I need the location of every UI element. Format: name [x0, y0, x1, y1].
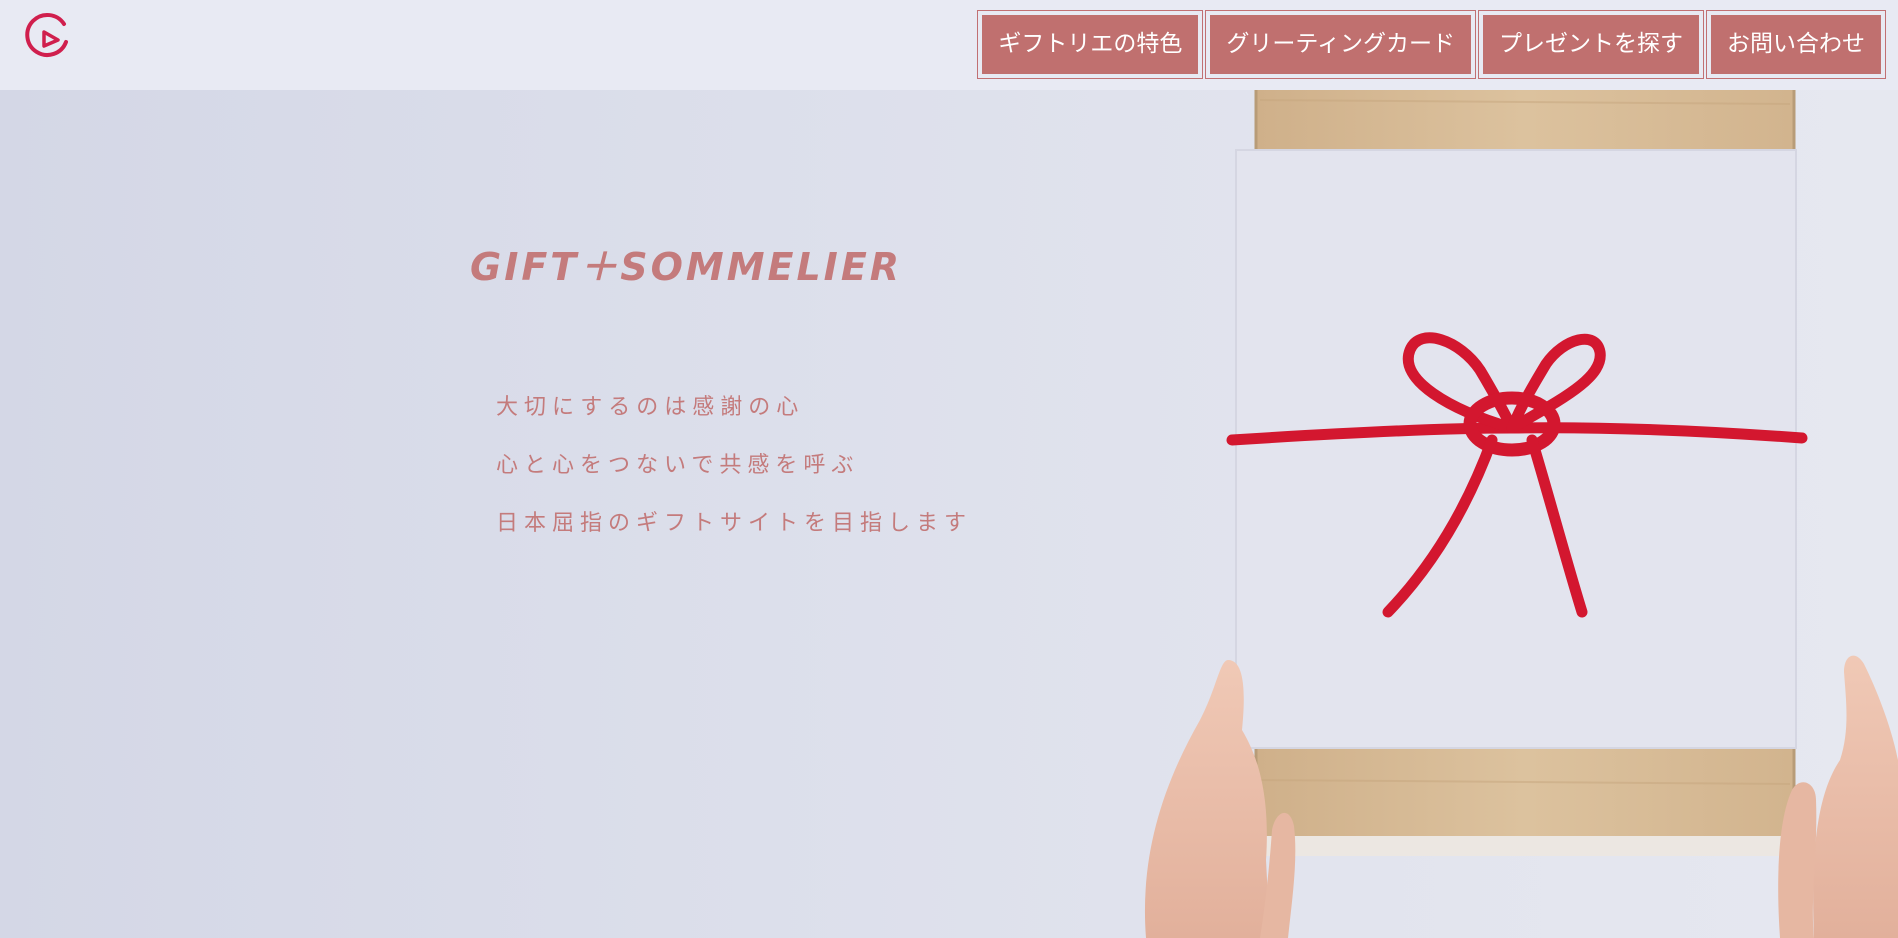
nav-item-contact[interactable]: お問い合わせ [1706, 10, 1886, 79]
gift-logo-icon[interactable] [24, 12, 72, 60]
main-nav: ギフトリエの特色 グリーティングカード プレゼントを探す お問い合わせ [975, 10, 1886, 79]
site-header: ギフトリエの特色 グリーティングカード プレゼントを探す お問い合わせ [0, 0, 1898, 90]
tagline-line-1: 大切にするのは感謝の心 [496, 395, 805, 420]
tagline-line-2: 心と心をつないで共感を呼ぶ [496, 453, 860, 478]
nav-item-features[interactable]: ギフトリエの特色 [977, 10, 1204, 79]
gift-box-photo [1144, 58, 1898, 938]
nav-item-find-present[interactable]: プレゼントを探す [1478, 10, 1704, 79]
nav-item-greeting-card[interactable]: グリーティングカード [1205, 10, 1476, 79]
hero-title: GIFT＋SOMMELIER [470, 245, 903, 289]
nav-contact-label: お問い合わせ [1711, 15, 1881, 74]
landing-page: ギフトリエの特色 グリーティングカード プレゼントを探す お問い合わせ GIFT… [0, 0, 1898, 938]
nav-features-label: ギフトリエの特色 [982, 15, 1199, 74]
nav-find-present-label: プレゼントを探す [1483, 15, 1699, 74]
nav-greeting-card-label: グリーティングカード [1210, 15, 1471, 74]
tagline-line-3: 日本屈指のギフトサイトを目指します [496, 511, 973, 536]
